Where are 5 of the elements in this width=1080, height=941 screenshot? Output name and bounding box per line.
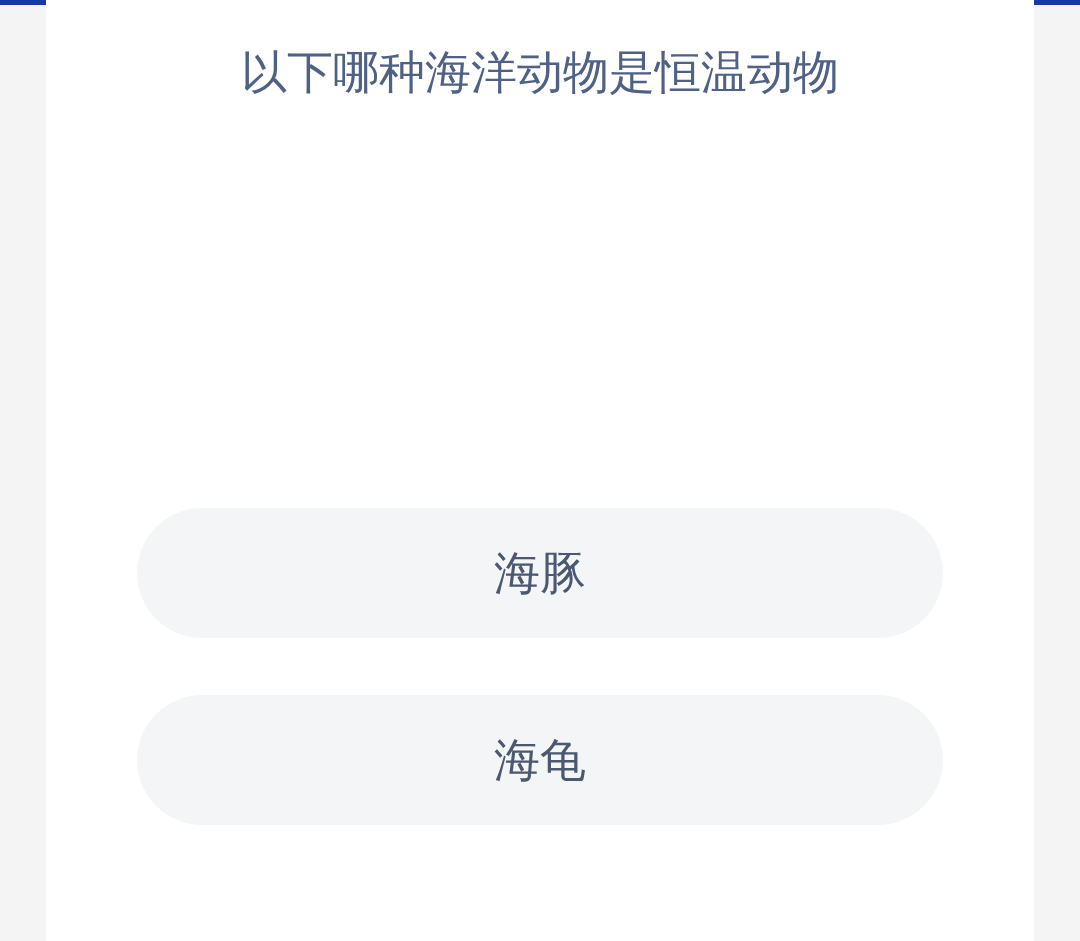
answer-option[interactable]: 海豚 [137,508,943,638]
answer-option[interactable]: 海龟 [137,695,943,825]
banner-strip [0,0,46,5]
banner-strip [1034,0,1080,5]
question-text: 以下哪种海洋动物是恒温动物 [241,44,839,101]
